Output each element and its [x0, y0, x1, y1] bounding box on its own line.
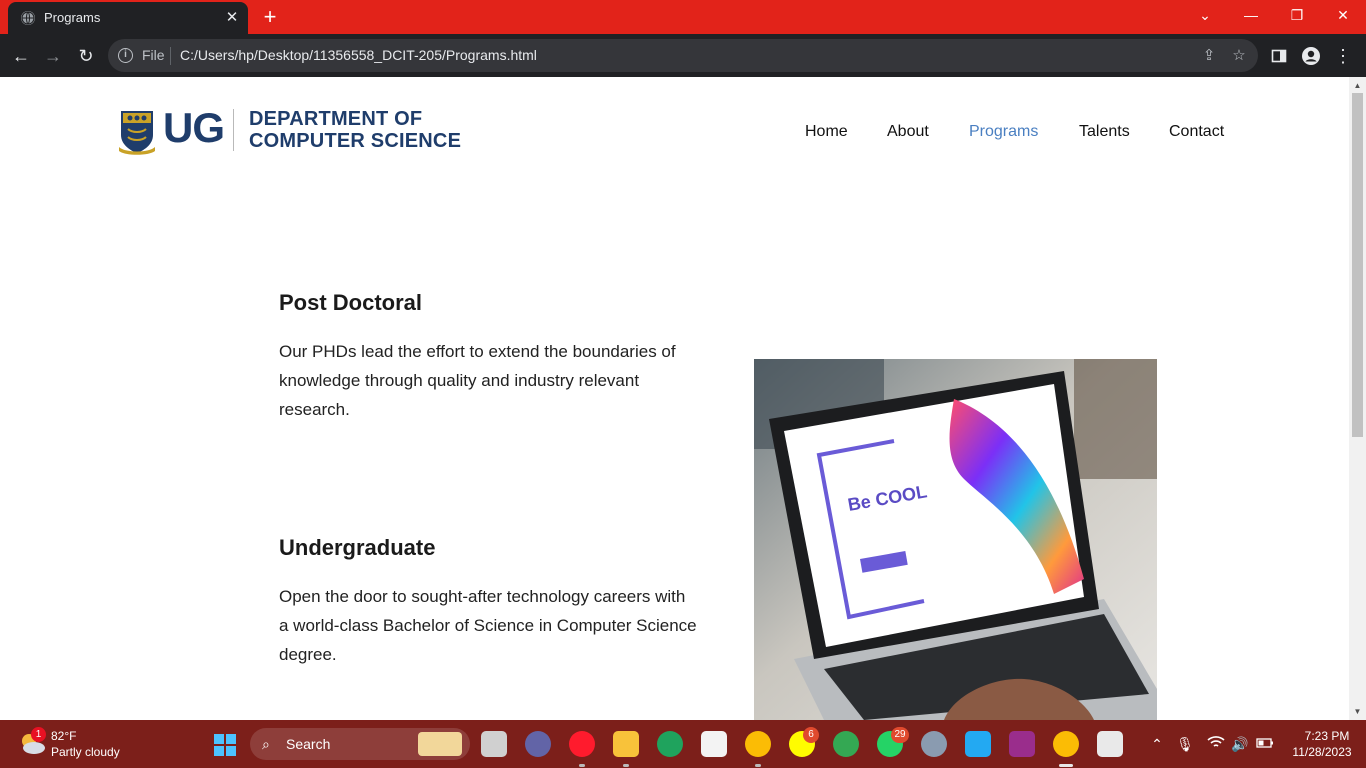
side-panel-icon[interactable] [1266, 43, 1292, 69]
close-window-button[interactable]: ✕ [1320, 0, 1366, 30]
battery-icon[interactable] [1256, 735, 1274, 753]
share-icon[interactable]: ⇪ [1198, 45, 1220, 67]
info-icon[interactable]: i [118, 48, 133, 63]
settings-gear-icon[interactable] [921, 731, 947, 757]
chrome-running-indicator [755, 764, 761, 767]
task-view-icon[interactable] [481, 731, 507, 757]
weather-badge: 1 [31, 727, 46, 742]
scroll-up-icon[interactable]: ▲ [1353, 81, 1362, 90]
weather-temp[interactable]: 82°F [51, 729, 76, 743]
close-icon[interactable]: ✕ [222, 8, 242, 28]
wifi-icon[interactable] [1207, 735, 1225, 753]
logo-department-text: DEPARTMENT OF COMPUTER SCIENCE [249, 108, 461, 152]
clock-time[interactable]: 7:23 PM [1297, 729, 1357, 743]
windows-taskbar: 1 82°F Partly cloudy ⌕ Search 6 29 ⌃ 🎙 🔊… [0, 720, 1366, 768]
browser-tab[interactable]: Programs ✕ [8, 2, 248, 34]
browser-toolbar: ← → ↻ i File C:/Users/hp/Desktop/1135655… [0, 34, 1366, 77]
chrome-icon[interactable] [745, 731, 771, 757]
section-title-postdoc: Post Doctoral [279, 290, 423, 315]
crest-icon [119, 111, 155, 155]
profile-icon[interactable] [1298, 43, 1324, 69]
nav-home[interactable]: Home [805, 123, 848, 141]
nav-contact[interactable]: Contact [1169, 123, 1224, 141]
snapchat-badge: 6 [803, 727, 819, 743]
clock-date[interactable]: 11/28/2023 [1287, 745, 1357, 759]
speaker-icon[interactable]: 🔊 [1231, 735, 1249, 753]
snipping-tool-icon[interactable] [1097, 731, 1123, 757]
forward-button[interactable]: → [40, 43, 66, 69]
scrollbar-thumb[interactable] [1352, 93, 1363, 437]
chrome-active-icon[interactable] [1053, 731, 1079, 757]
globe-icon [21, 11, 35, 25]
site-logo[interactable]: UG DEPARTMENT OF COMPUTER SCIENCE [118, 106, 478, 156]
search-icon: ⌕ [262, 736, 270, 752]
section-text-postdoc: Our PHDs lead the effort to extend the b… [279, 342, 676, 419]
weather-description[interactable]: Partly cloudy [51, 745, 120, 759]
teams-chat-icon[interactable] [525, 731, 551, 757]
url-text[interactable]: C:/Users/hp/Desktop/11356558_DCIT-205/Pr… [180, 47, 537, 63]
opera-icon[interactable] [569, 731, 595, 757]
chevron-down-icon[interactable]: ⌄ [1182, 0, 1228, 30]
vscode-icon[interactable] [965, 731, 991, 757]
page-scrollbar[interactable]: ▲ ▼ [1349, 77, 1366, 720]
winrar-icon[interactable] [1009, 731, 1035, 757]
star-icon[interactable]: ☆ [1228, 45, 1250, 67]
laptop-image: Be COOL [754, 359, 1157, 720]
reload-button[interactable]: ↻ [73, 43, 99, 69]
search-label: Search [286, 736, 331, 752]
logo-line-1: DEPARTMENT OF [249, 108, 423, 130]
microsoft-store-icon[interactable] [701, 731, 727, 757]
taskbar-search[interactable]: ⌕ Search [250, 728, 470, 760]
section-text-undergrad: Open the door to sought-after technology… [279, 587, 697, 664]
chevron-up-icon[interactable]: ⌃ [1148, 735, 1166, 753]
address-scheme-label: File [142, 47, 165, 63]
page-viewport: UG DEPARTMENT OF COMPUTER SCIENCE Home A… [0, 77, 1349, 720]
nav-programs[interactable]: Programs [969, 123, 1038, 141]
chrome-active-indicator [1059, 764, 1073, 767]
search-highlight-icon [418, 732, 462, 756]
new-tab-button[interactable]: + [258, 5, 282, 29]
file-explorer-icon[interactable] [613, 731, 639, 757]
nav-talents[interactable]: Talents [1079, 123, 1130, 141]
nav-about[interactable]: About [887, 123, 929, 141]
browser-tab-strip: Programs ✕ + ⌄ — ❐ ✕ [0, 0, 1366, 34]
tab-title: Programs [44, 10, 101, 25]
chrome-profile-icon[interactable] [833, 731, 859, 757]
opera-running-indicator [579, 764, 585, 767]
menu-icon[interactable]: ⋮ [1330, 43, 1356, 69]
microphone-icon[interactable]: 🎙 [1176, 735, 1194, 753]
windows-start-icon[interactable] [214, 734, 236, 756]
logo-ug-text: UG [163, 104, 225, 151]
restore-button[interactable]: ❐ [1274, 0, 1320, 30]
logo-line-2: COMPUTER SCIENCE [249, 130, 462, 152]
minimize-button[interactable]: — [1228, 0, 1274, 30]
scroll-down-icon[interactable]: ▼ [1353, 707, 1362, 716]
whatsapp-badge: 29 [891, 727, 909, 743]
edge-icon[interactable] [657, 731, 683, 757]
address-bar[interactable]: i File C:/Users/hp/Desktop/11356558_DCIT… [108, 39, 1258, 72]
explorer-running-indicator [623, 764, 629, 767]
address-divider [170, 47, 171, 65]
section-title-undergrad: Undergraduate [279, 535, 436, 560]
back-button[interactable]: ← [8, 43, 34, 69]
logo-divider [233, 109, 234, 151]
